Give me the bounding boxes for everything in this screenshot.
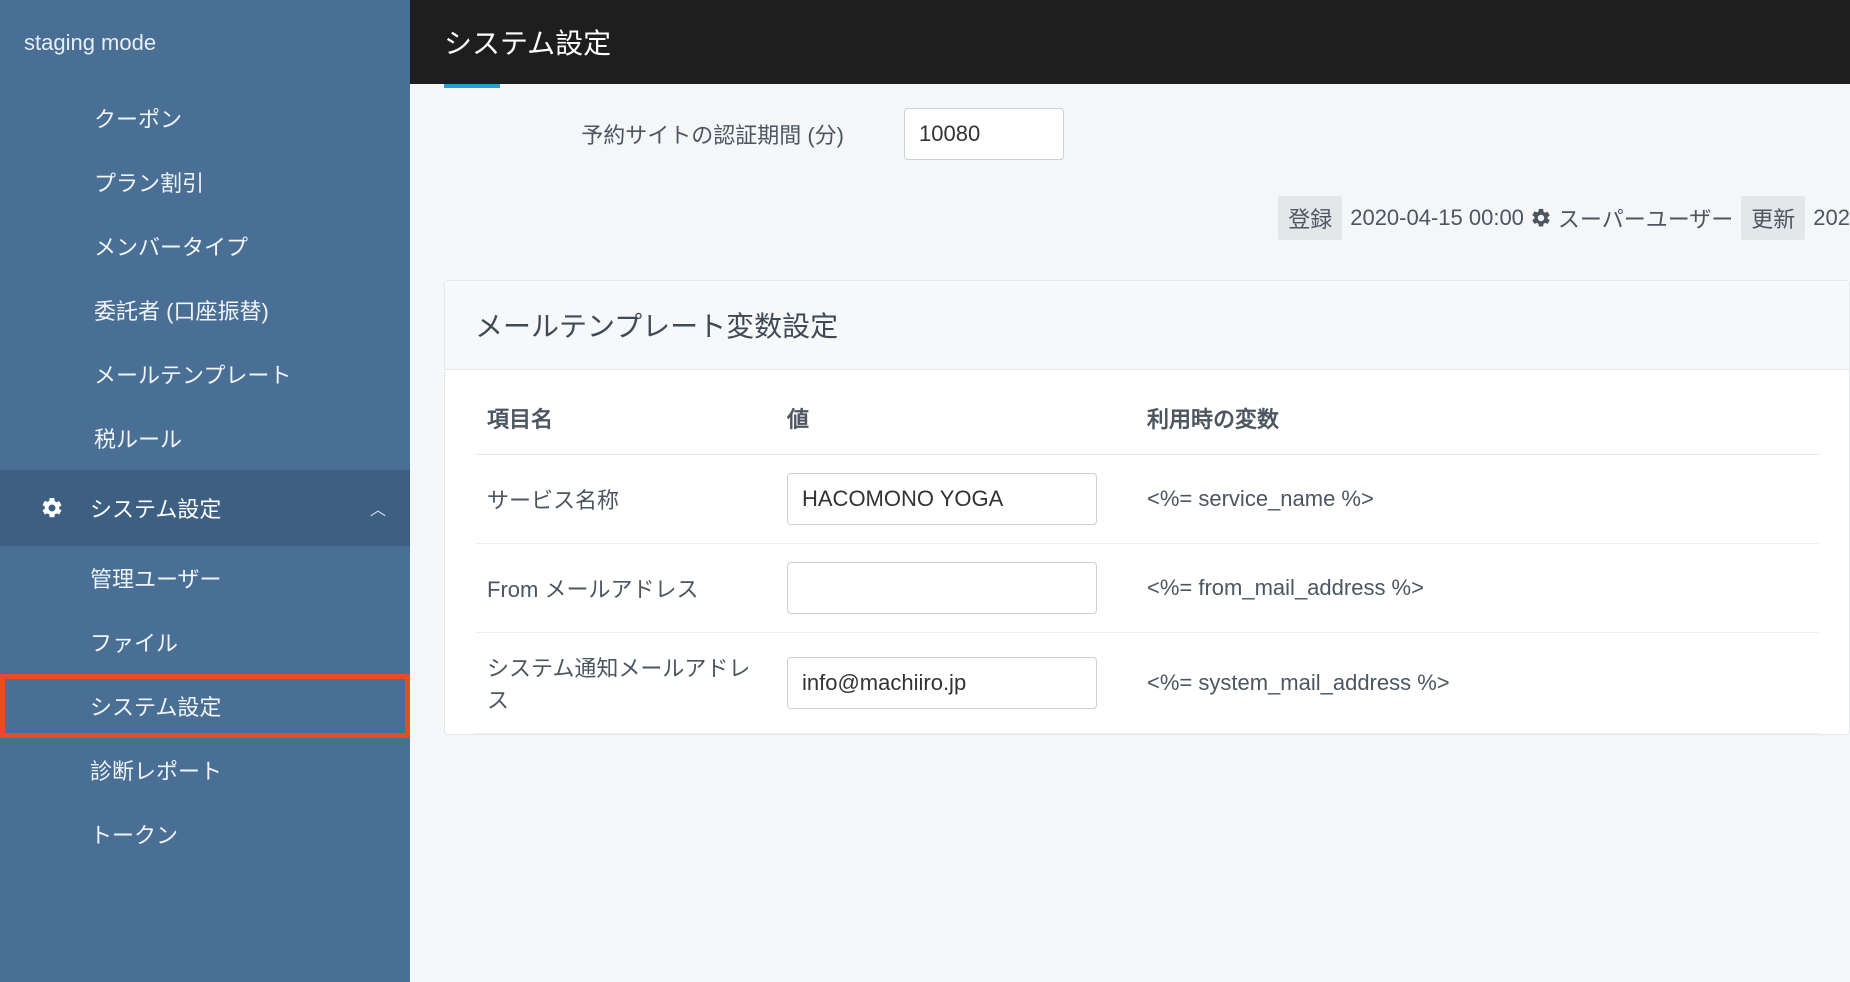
mail-template-card: メールテンプレート変数設定 項目名 値 利用時の変数 サービス名 bbox=[444, 280, 1850, 735]
updated-badge: 更新 bbox=[1741, 196, 1805, 240]
gear-icon bbox=[40, 496, 64, 520]
col-header-name: 項目名 bbox=[475, 380, 775, 455]
sidebar-section-label: システム設定 bbox=[90, 492, 370, 524]
sidebar-item-member-type[interactable]: メンバータイプ bbox=[0, 214, 410, 278]
created-by: スーパーユーザー bbox=[1558, 202, 1733, 234]
row-variable: <%= service_name %> bbox=[1135, 455, 1819, 544]
table-row: From メールアドレス <%= from_mail_address %> bbox=[475, 544, 1819, 633]
sidebar-subitem-diagnostic-report[interactable]: 診断レポート bbox=[0, 738, 410, 802]
system-mail-input[interactable] bbox=[787, 657, 1097, 709]
sidebar-subitem-files[interactable]: ファイル bbox=[0, 610, 410, 674]
audit-bar: 登録 2020-04-15 00:00 スーパーユーザー 更新 202 bbox=[444, 196, 1850, 240]
auth-period-row: 予約サイトの認証期間 (分) bbox=[444, 96, 1850, 172]
sidebar: staging mode クーポン プラン割引 メンバータイプ 委託者 (口座振… bbox=[0, 0, 410, 982]
sidebar-item-tax-rules[interactable]: 税ルール bbox=[0, 406, 410, 470]
gear-icon bbox=[1530, 207, 1552, 229]
row-name: システム通知メールアドレス bbox=[475, 633, 775, 734]
service-name-input[interactable] bbox=[787, 473, 1097, 525]
row-name: From メールアドレス bbox=[475, 544, 775, 633]
sidebar-subitem-token[interactable]: トークン bbox=[0, 802, 410, 866]
progress-indicator bbox=[444, 84, 500, 88]
col-header-value: 値 bbox=[775, 380, 1135, 455]
table-row: サービス名称 <%= service_name %> bbox=[475, 455, 1819, 544]
created-badge: 登録 bbox=[1278, 196, 1342, 240]
sidebar-item-mail-template[interactable]: メールテンプレート bbox=[0, 342, 410, 406]
table-row: システム通知メールアドレス <%= system_mail_address %> bbox=[475, 633, 1819, 734]
page-title: システム設定 bbox=[444, 22, 611, 62]
sidebar-item-trustee[interactable]: 委託者 (口座振替) bbox=[0, 278, 410, 342]
brand-label: staging mode bbox=[0, 0, 410, 86]
auth-period-input[interactable] bbox=[904, 108, 1064, 160]
col-header-variable: 利用時の変数 bbox=[1135, 380, 1819, 455]
sidebar-item-plan-discount[interactable]: プラン割引 bbox=[0, 150, 410, 214]
row-variable: <%= from_mail_address %> bbox=[1135, 544, 1819, 633]
auth-period-label: 予約サイトの認証期間 (分) bbox=[444, 118, 904, 150]
updated-at: 202 bbox=[1813, 205, 1850, 231]
content: 予約サイトの認証期間 (分) 登録 2020-04-15 00:00 スーパーユ… bbox=[410, 84, 1850, 982]
card-heading: メールテンプレート変数設定 bbox=[445, 281, 1849, 370]
variables-table: 項目名 値 利用時の変数 サービス名称 <%= service_name %> bbox=[475, 380, 1819, 734]
sidebar-subitem-admin-users[interactable]: 管理ユーザー bbox=[0, 546, 410, 610]
created-at: 2020-04-15 00:00 bbox=[1350, 205, 1524, 231]
titlebar: システム設定 bbox=[410, 0, 1850, 84]
sidebar-section-system-settings[interactable]: システム設定 ︿ bbox=[0, 470, 410, 546]
from-mail-input[interactable] bbox=[787, 562, 1097, 614]
main: システム設定 予約サイトの認証期間 (分) 登録 2020-04-15 00:0… bbox=[410, 0, 1850, 982]
sidebar-item-coupon[interactable]: クーポン bbox=[0, 86, 410, 150]
chevron-up-icon: ︿ bbox=[370, 496, 386, 520]
sidebar-subitem-system-settings[interactable]: システム設定 bbox=[0, 674, 410, 738]
row-variable: <%= system_mail_address %> bbox=[1135, 633, 1819, 734]
row-name: サービス名称 bbox=[475, 455, 775, 544]
